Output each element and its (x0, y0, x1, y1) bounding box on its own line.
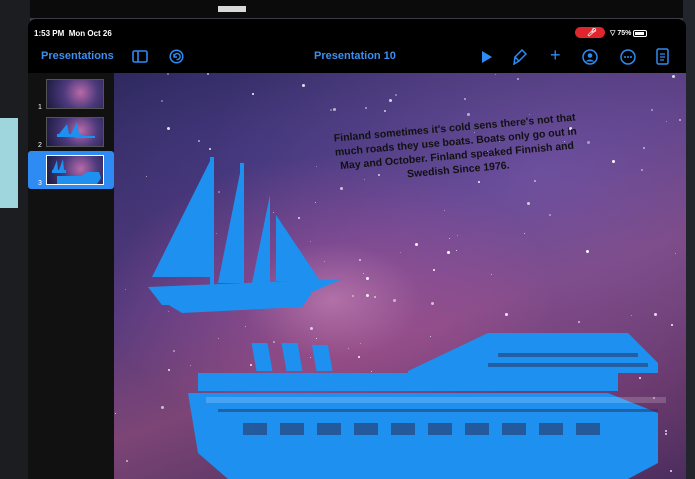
star (167, 73, 169, 75)
star (384, 110, 386, 112)
star (365, 107, 367, 109)
star (198, 140, 200, 142)
cruise-ship-shape[interactable] (158, 323, 678, 479)
star (586, 250, 589, 253)
add-icon[interactable]: + (550, 46, 561, 64)
sidebar-toggle-icon[interactable] (132, 50, 148, 65)
thumbnail-ship-icon (57, 122, 95, 138)
star (654, 313, 657, 316)
star (433, 269, 435, 271)
star (207, 73, 209, 75)
star (400, 252, 401, 253)
slide-number: 2 (38, 142, 42, 149)
star (115, 413, 116, 414)
wifi-icon: ▽ (610, 30, 616, 37)
slide-canvas[interactable]: Finland sometimes it's cold sens there's… (114, 73, 686, 479)
status-right: ▽ 75% (610, 29, 648, 37)
collaborate-icon[interactable] (582, 49, 598, 67)
star (679, 119, 681, 121)
star (672, 75, 675, 78)
slide-thumbnail-row-2[interactable]: 2 (28, 113, 114, 151)
more-icon[interactable] (620, 49, 636, 67)
star (457, 235, 458, 236)
star (393, 299, 396, 302)
recording-indicator: 🎤︎ (575, 27, 605, 38)
star (612, 160, 615, 163)
mic-icon: 🎤︎ (587, 28, 598, 37)
slide-number: 1 (38, 104, 42, 111)
star (631, 315, 632, 316)
star (447, 251, 450, 254)
star (464, 98, 466, 100)
star (527, 202, 530, 205)
desktop-tab-thumbnail (218, 6, 246, 12)
format-brush-icon[interactable] (513, 48, 528, 67)
star (456, 250, 457, 251)
slide-thumbnail-row-1[interactable]: 1 (28, 75, 114, 113)
star (549, 214, 551, 216)
status-bar: 1:53 PM Mon Oct 26 🎤︎ ▽ 75% (28, 19, 686, 43)
presentations-back-button[interactable]: Presentations (41, 50, 114, 62)
star (374, 296, 376, 298)
star (395, 94, 397, 96)
star (534, 180, 536, 182)
star (126, 460, 128, 462)
slide-thumbnail-3[interactable] (46, 155, 104, 185)
star (302, 84, 305, 87)
desktop-left-window (0, 118, 18, 208)
star (333, 108, 336, 111)
star (366, 294, 369, 297)
star (330, 109, 332, 111)
star (167, 127, 170, 130)
play-icon[interactable] (481, 50, 493, 66)
desktop-top-bar (0, 0, 695, 18)
thumbnail-ship-icon (52, 159, 101, 184)
slide-thumbnail-row-3[interactable]: 3 (28, 151, 114, 189)
slide-navigator: 1 2 3 (28, 73, 114, 479)
battery-icon (633, 29, 648, 37)
star (444, 210, 445, 211)
star (389, 99, 392, 102)
status-time: 1:53 PM Mon Oct 26 (34, 29, 112, 38)
star (495, 74, 496, 75)
ipad-screen: 1:53 PM Mon Oct 26 🎤︎ ▽ 75% Presentation… (28, 19, 686, 479)
star (431, 302, 434, 305)
star (415, 243, 418, 246)
star (666, 121, 667, 122)
undo-icon[interactable] (169, 49, 184, 66)
star (366, 277, 369, 280)
slide-thumbnail-1[interactable] (46, 79, 104, 109)
toolbar: Presentations Presentation 10 + (28, 43, 686, 73)
star (517, 78, 519, 80)
star (675, 253, 676, 254)
star (363, 273, 364, 274)
slide-thumbnail-2[interactable] (46, 117, 104, 147)
star (643, 147, 645, 149)
star (641, 169, 643, 171)
star (491, 274, 492, 275)
star (651, 109, 653, 111)
star (505, 313, 508, 316)
star (161, 100, 163, 102)
slide-number: 3 (38, 180, 42, 187)
star (125, 289, 126, 290)
star (449, 238, 450, 239)
star (252, 93, 254, 95)
star (524, 233, 525, 234)
sailboat-shape[interactable] (142, 155, 362, 315)
document-title[interactable]: Presentation 10 (314, 50, 396, 62)
star (467, 113, 470, 116)
battery-percent: 75% (617, 30, 632, 37)
desktop-left-edge (0, 0, 30, 479)
document-icon[interactable] (656, 48, 669, 67)
star (478, 181, 480, 183)
star (209, 148, 211, 150)
slide-text-box[interactable]: Finland sometimes it's cold sens there's… (322, 110, 591, 189)
